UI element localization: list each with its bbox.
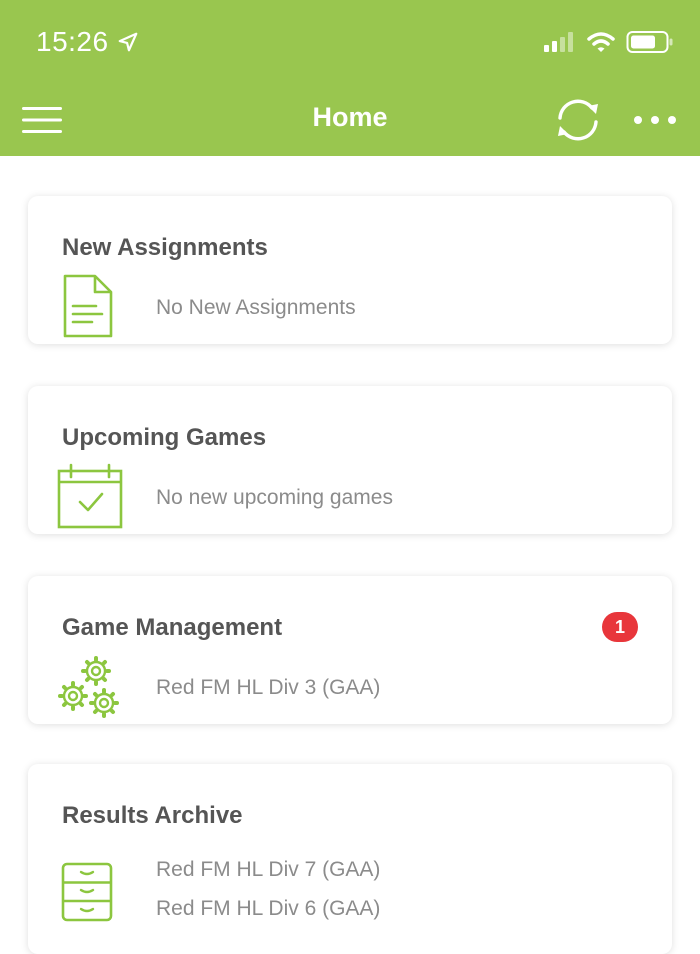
card-line: Red FM HL Div 3 (GAA)	[156, 676, 381, 699]
archive-item[interactable]: Red FM HL Div 7 (GAA)	[156, 858, 380, 882]
card-title: Upcoming Games	[62, 424, 267, 451]
notification-badge: 1	[602, 612, 638, 642]
battery-icon	[626, 31, 673, 53]
status-time: 15:26	[36, 26, 139, 58]
calendar-check-icon	[57, 463, 123, 529]
card-line: No New Assignments	[156, 296, 356, 319]
document-icon	[63, 274, 113, 338]
game-management-card[interactable]: Game Management 1 Red FM HL Div 3 (GAA)	[28, 576, 672, 724]
cellular-signal-icon	[544, 32, 573, 52]
archive-item[interactable]: Red FM HL Div 6 (GAA)	[156, 897, 380, 921]
location-arrow-icon	[118, 32, 137, 52]
gears-icon	[58, 656, 119, 718]
wifi-icon	[587, 32, 615, 52]
card-title: Game Management	[62, 614, 283, 641]
status-time-text: 15:26	[36, 26, 109, 57]
home-content: New Assignments No New Assignments Upcom…	[0, 156, 700, 954]
new-assignments-card[interactable]: New Assignments No New Assignments	[28, 196, 672, 344]
sync-icon[interactable]	[552, 96, 604, 144]
card-line: No new upcoming games	[156, 486, 393, 509]
card-title: Results Archive	[62, 802, 243, 829]
more-dots-icon[interactable]	[632, 110, 678, 130]
upcoming-games-card[interactable]: Upcoming Games No new upcoming games	[28, 386, 672, 534]
archive-drawers-icon	[61, 862, 113, 922]
card-title: New Assignments	[62, 234, 268, 261]
results-archive-card[interactable]: Results Archive Red FM HL Div 7 (GAA) Re…	[28, 764, 672, 954]
app-header: 15:26 Home	[0, 0, 700, 156]
status-indicators	[544, 30, 674, 54]
